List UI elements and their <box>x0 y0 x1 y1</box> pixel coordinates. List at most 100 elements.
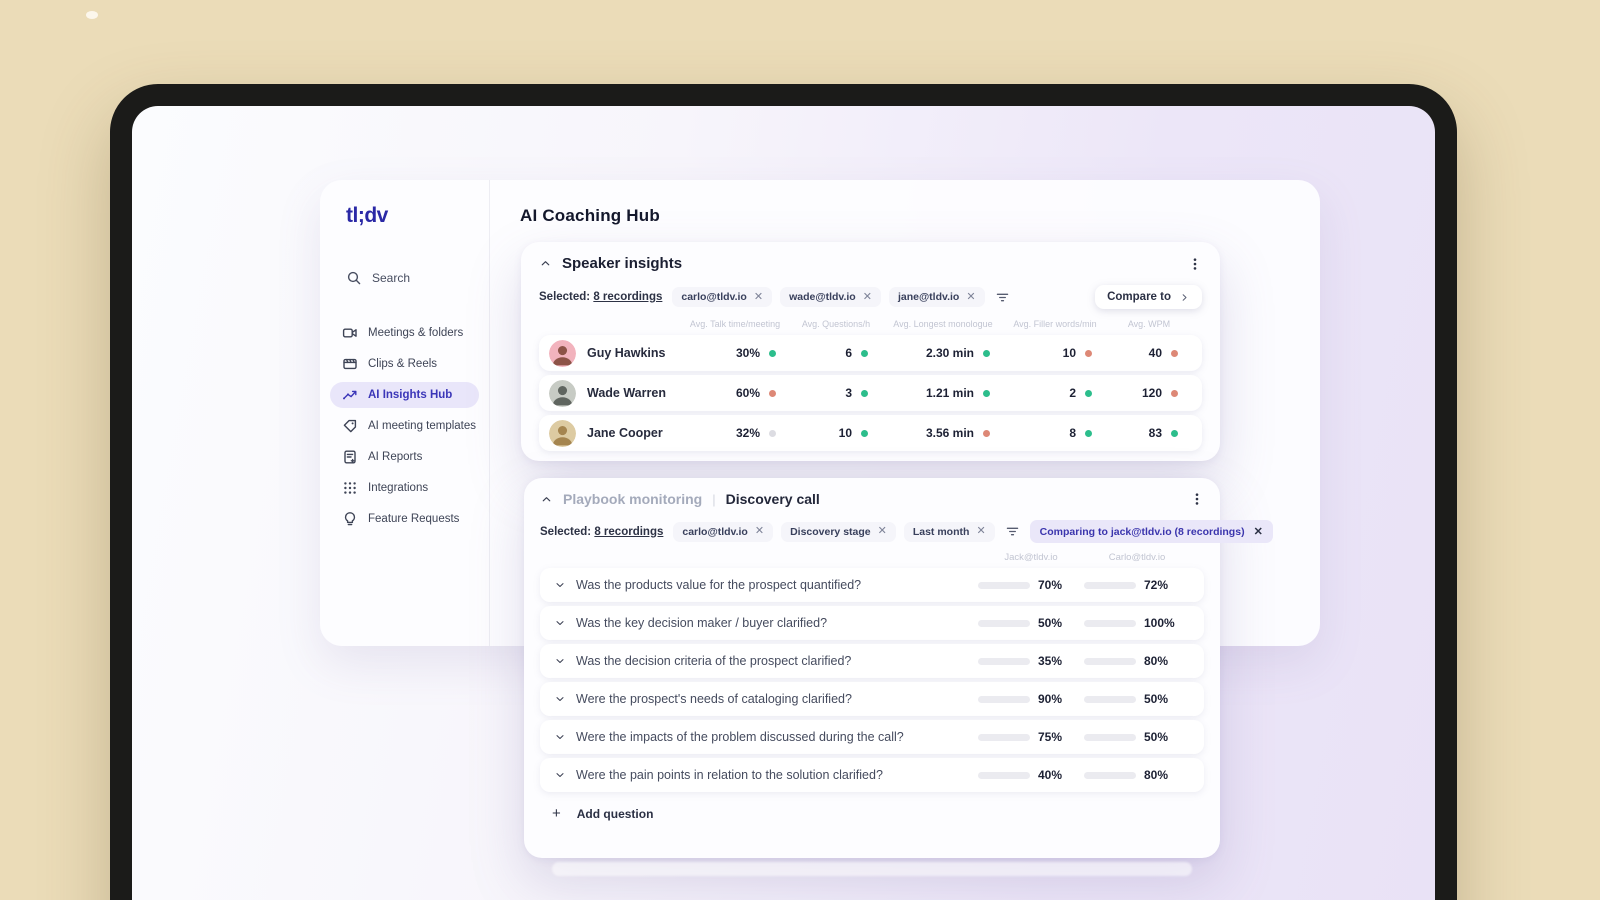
add-question-label: Add question <box>576 806 654 821</box>
status-dot-good <box>1171 429 1178 437</box>
filter-chip[interactable]: wade@tldv.io ✕ <box>780 287 881 307</box>
sidebar-item-ai-meeting-templates[interactable]: AI meeting templates <box>330 413 479 439</box>
sidebar-item-meetings-folders[interactable]: Meetings & folders <box>330 320 479 346</box>
metric-value: 3.56 min <box>925 426 974 440</box>
filter-icon[interactable] <box>995 290 1010 305</box>
compare-to-button[interactable]: Compare to <box>1095 285 1202 309</box>
search-button[interactable]: Search <box>346 270 489 286</box>
status-dot-good <box>983 349 990 357</box>
sidebar-item-clips-reels[interactable]: Clips & Reels <box>330 351 479 377</box>
speaker-filter-chips: carlo@tldv.io ✕ wade@tldv.io ✕ jane@tldv.io ✕ <box>672 287 985 307</box>
speaker-table: Guy Hawkins 30% 6 2.30 min 10 40 Wade Warren 60… <box>539 335 1202 451</box>
metric-value: 60% <box>735 386 760 400</box>
close-icon[interactable]: ✕ <box>863 291 872 303</box>
status-dot-good <box>861 349 868 357</box>
metric-value: 32% <box>735 426 760 440</box>
search-icon <box>346 270 362 286</box>
metric-cell: 10 <box>790 426 882 440</box>
column-header: Avg. Filler words/min <box>1013 319 1097 329</box>
kebab-menu-icon[interactable] <box>1188 256 1202 272</box>
filter-chip[interactable]: carlo@tldv.io ✕ <box>672 287 773 307</box>
metric-cell: 3 <box>790 386 882 400</box>
status-dot-bad <box>1085 349 1092 357</box>
carlo-score-cell: 80% <box>1084 654 1190 668</box>
jack-score-cell: 35% <box>978 654 1084 668</box>
chevron-down-icon[interactable] <box>554 769 566 781</box>
filter-chip[interactable]: carlo@tldv.io ✕ <box>673 521 774 542</box>
filter-chip[interactable]: Discovery stage ✕ <box>781 521 896 542</box>
playbook-question-row[interactable]: Were the prospect's needs of cataloging … <box>540 682 1204 716</box>
tag-sparkle-icon <box>342 418 358 434</box>
clapperboard-icon <box>342 356 358 372</box>
add-question-button[interactable]: + Add question <box>540 805 1204 822</box>
jack-score-cell: 75% <box>978 730 1084 744</box>
metric-value: 83 <box>1148 426 1162 440</box>
jack-score-cell: 70% <box>978 578 1084 592</box>
filter-icon[interactable] <box>1005 524 1020 539</box>
speaker-row[interactable]: Wade Warren 60% 3 1.21 min 2 120 <box>539 375 1202 411</box>
metric-value: 10 <box>838 426 852 440</box>
filter-chip[interactable]: Last month ✕ <box>903 521 995 542</box>
column-header: Jack@tldv.io <box>1004 552 1058 563</box>
selected-recordings-link[interactable]: 8 recordings <box>593 291 662 303</box>
metric-cell: 2.30 min <box>882 346 1004 360</box>
plus-icon: + <box>552 805 561 822</box>
status-dot-good <box>1085 389 1092 397</box>
selected-recordings-link[interactable]: 8 recordings <box>594 526 663 538</box>
close-icon[interactable]: ✕ <box>966 291 975 303</box>
close-icon[interactable]: ✕ <box>755 526 764 537</box>
playbook-question-row[interactable]: Was the key decision maker / buyer clari… <box>540 606 1204 640</box>
playbook-monitoring-panel: Playbook monitoring | Discovery call Sel… <box>524 478 1273 858</box>
playbook-question-row[interactable]: Was the decision criteria of the prospec… <box>540 644 1204 678</box>
playbook-question-row[interactable]: Was the products value for the prospect … <box>540 568 1204 602</box>
collapse-chevron-up-icon[interactable] <box>539 257 552 270</box>
playbook-question-list: Was the products value for the prospect … <box>540 568 1204 792</box>
collapse-chevron-up-icon[interactable] <box>540 493 553 506</box>
kebab-menu-icon[interactable] <box>1190 491 1204 507</box>
chevron-down-icon[interactable] <box>554 617 566 629</box>
speaker-row[interactable]: Jane Cooper 32% 10 3.56 min 8 83 <box>539 415 1202 451</box>
progress-bar <box>1084 657 1136 665</box>
chevron-right-icon <box>1179 292 1190 303</box>
chevron-down-icon[interactable] <box>554 693 566 705</box>
score-percent: 35% <box>1038 654 1063 668</box>
filter-chip[interactable]: jane@tldv.io ✕ <box>888 287 985 307</box>
sidebar-item-label: AI Insights Hub <box>368 389 453 401</box>
question-text: Was the decision criteria of the prospec… <box>576 654 852 668</box>
playbook-question-row[interactable]: Were the impacts of the problem discusse… <box>540 720 1204 754</box>
sidebar-item-feature-requests[interactable]: Feature Requests <box>330 506 479 532</box>
status-dot-good <box>983 389 990 397</box>
trend-line-icon <box>342 387 358 403</box>
carlo-score-cell: 72% <box>1084 578 1190 592</box>
sidebar-item-label: Clips & Reels <box>368 358 438 370</box>
sidebar-item-ai-reports[interactable]: AI Reports <box>330 444 479 470</box>
chevron-down-icon[interactable] <box>554 579 566 591</box>
column-header: Avg. Longest monologue <box>893 319 993 329</box>
close-icon[interactable]: ✕ <box>878 526 887 537</box>
comparing-to-chip[interactable]: Comparing to jack@tldv.io (8 recordings)… <box>1029 520 1273 543</box>
speaker-name: Jane Cooper <box>587 426 663 440</box>
metric-cell: 120 <box>1106 386 1192 400</box>
sidebar-item-integrations[interactable]: Integrations <box>330 475 479 501</box>
playbook-question-row[interactable]: Were the pain points in relation to the … <box>540 758 1204 792</box>
metric-value: 10 <box>1062 346 1076 360</box>
metric-value: 120 <box>1141 386 1162 400</box>
close-icon[interactable]: ✕ <box>1254 525 1263 538</box>
speaker-row[interactable]: Guy Hawkins 30% 6 2.30 min 10 40 <box>539 335 1202 371</box>
carlo-score-cell: 50% <box>1084 730 1190 744</box>
column-header: Avg. Talk time/meeting <box>689 319 781 329</box>
desktop-background: tl;dv Search Meetings & folders Clips & R… <box>0 0 1600 900</box>
sidebar-item-label: Integrations <box>368 482 429 494</box>
status-dot-bad <box>1171 349 1178 357</box>
chevron-down-icon[interactable] <box>554 731 566 743</box>
jack-score-cell: 90% <box>978 692 1084 706</box>
progress-bar <box>1084 771 1136 779</box>
close-icon[interactable]: ✕ <box>754 291 763 303</box>
status-dot-bad <box>983 429 990 437</box>
tldv-logo[interactable]: tl;dv <box>346 204 489 228</box>
sidebar-item-ai-insights-hub[interactable]: AI Insights Hub <box>330 382 479 408</box>
close-icon[interactable]: ✕ <box>976 526 985 537</box>
chevron-down-icon[interactable] <box>554 655 566 667</box>
status-dot-neutral <box>769 429 776 437</box>
column-header: Avg. Questions/h <box>801 319 871 329</box>
